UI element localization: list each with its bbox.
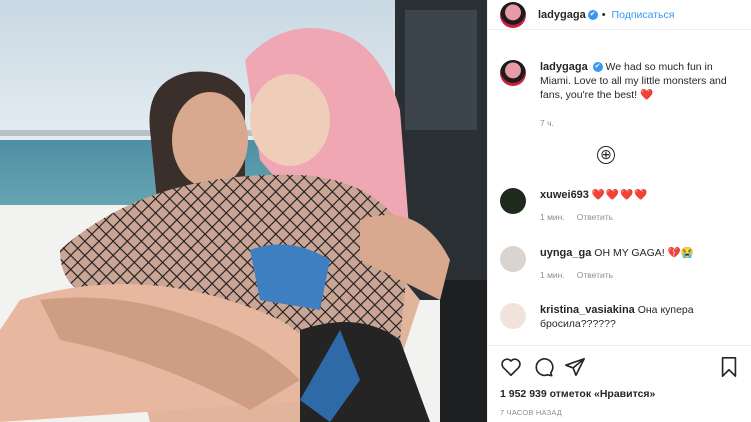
author-avatar[interactable]: [500, 1, 526, 28]
reply-button[interactable]: Ответить: [577, 270, 613, 280]
separator-dot: •: [601, 8, 606, 21]
comment-username[interactable]: kristina_vasiakina: [540, 304, 635, 316]
comment-text: OH MY GAGA! 💔😭: [594, 247, 694, 259]
post-photo[interactable]: [0, 0, 487, 422]
action-icons: [500, 356, 740, 378]
verified-badge-icon: ✔: [592, 62, 603, 73]
caption-time: 7 ч.: [540, 118, 554, 128]
caption-body: ladygaga ✔ We had so much fun in Miami. …: [540, 60, 739, 130]
comment-username[interactable]: xuwei693: [540, 189, 589, 201]
comment-body: uynga_ga OH MY GAGA! 💔😭 1 мин. Ответить: [540, 246, 694, 282]
instagram-post: ladygaga ✔ • Подписаться ladygaga ✔ We h…: [0, 0, 751, 422]
author-username[interactable]: ladygaga: [538, 9, 586, 21]
caption: ladygaga ✔ We had so much fun in Miami. …: [488, 60, 751, 130]
caption-username[interactable]: ladygaga: [540, 61, 588, 73]
heart-icon[interactable]: [500, 356, 522, 378]
comment-time: 1 мин.: [540, 212, 565, 222]
comment-text: ❤️❤️❤️❤️: [591, 189, 649, 201]
bookmark-icon[interactable]: [718, 356, 740, 378]
comment-body: kristina_vasiakina Она купера бросила???…: [540, 303, 736, 331]
comment-item: kristina_vasiakina Она купера бросила???…: [488, 303, 751, 331]
likes-count[interactable]: 1 952 939 отметок «Нравится»: [500, 388, 740, 400]
post-header: ladygaga ✔ • Подписаться: [488, 0, 751, 30]
caption-avatar[interactable]: [500, 60, 526, 86]
comment-avatar[interactable]: [500, 188, 526, 214]
post-actions: 1 952 939 отметок «Нравится» 7 ЧАСОВ НАЗ…: [488, 345, 751, 422]
comment-icon[interactable]: [532, 356, 554, 378]
comment-item: uynga_ga OH MY GAGA! 💔😭 1 мин. Ответить: [488, 246, 751, 282]
follow-button[interactable]: Подписаться: [612, 9, 675, 21]
posted-time: 7 ЧАСОВ НАЗАД: [500, 408, 563, 417]
verified-badge-icon: ✔: [587, 9, 598, 20]
comment-meta: 1 мин. Ответить: [540, 268, 694, 282]
comment-body: xuwei693 ❤️❤️❤️❤️ 1 мин. Ответить: [540, 188, 648, 224]
comment-avatar[interactable]: [500, 246, 526, 272]
comment-item: xuwei693 ❤️❤️❤️❤️ 1 мин. Ответить: [488, 188, 751, 224]
comment-meta: 1 мин. Ответить: [540, 210, 648, 224]
comment-avatar[interactable]: [500, 303, 526, 329]
share-icon[interactable]: [564, 356, 586, 378]
reply-button[interactable]: Ответить: [577, 212, 613, 222]
plus-circle-icon[interactable]: ⊕: [597, 146, 615, 164]
photo-illustration: [0, 0, 487, 422]
post-side-panel: ladygaga ✔ • Подписаться ladygaga ✔ We h…: [487, 0, 751, 422]
comment-time: 1 мин.: [540, 270, 565, 280]
comment-username[interactable]: uynga_ga: [540, 247, 591, 259]
